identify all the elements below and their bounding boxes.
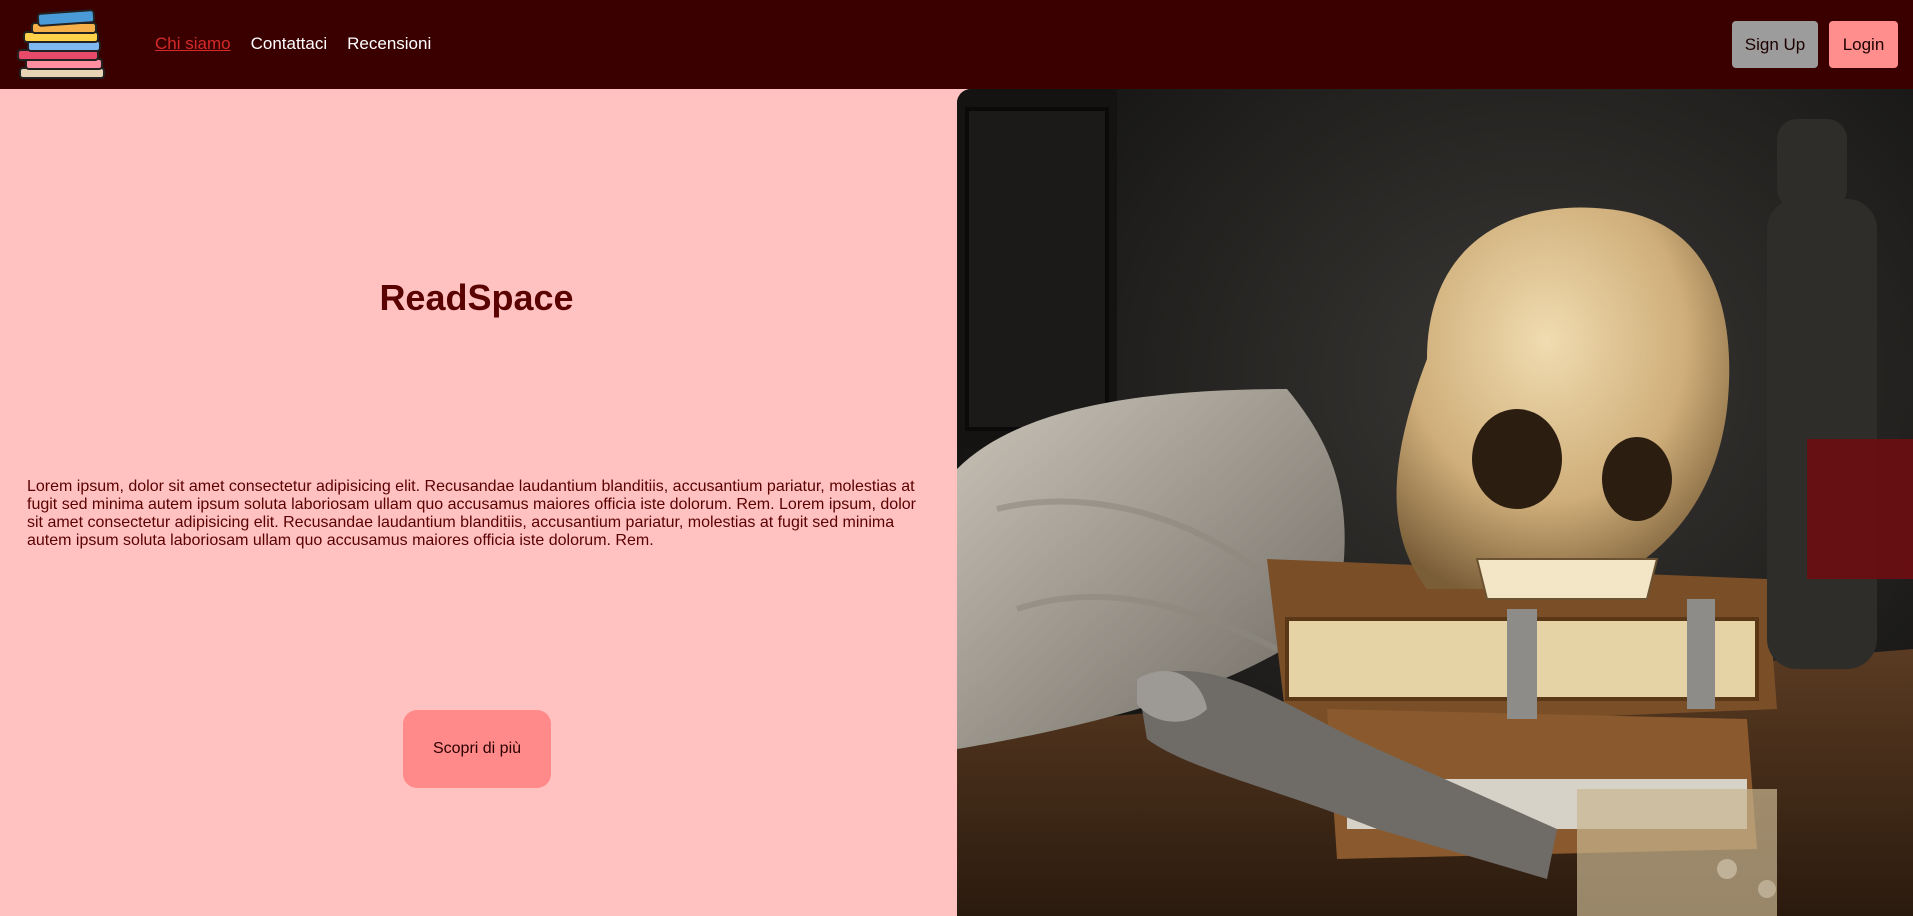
discover-more-button[interactable]: Scopri di più — [403, 710, 551, 788]
intro-text: Lorem ipsum, dolor sit amet consectetur … — [27, 478, 916, 549]
nav-link-contattaci[interactable]: Contattaci — [251, 34, 328, 54]
main-nav: Chi siamo Contattaci Recensioni — [155, 34, 431, 54]
skull-books-still-life-image — [957, 89, 1913, 916]
page-title: ReadSpace — [379, 277, 574, 318]
nav-link-recensioni[interactable]: Recensioni — [347, 34, 431, 54]
nav-link-chi-siamo[interactable]: Chi siamo — [155, 34, 231, 54]
hero-image — [957, 89, 1913, 916]
navbar: Chi siamo Contattaci Recensioni Sign Up … — [0, 0, 1913, 89]
login-button[interactable]: Login — [1829, 21, 1898, 68]
intro-panel: ReadSpace Lorem ipsum, dolor sit amet co… — [0, 89, 957, 916]
signup-button[interactable]: Sign Up — [1732, 21, 1818, 68]
stacked-books-logo-icon[interactable] — [16, 6, 108, 82]
